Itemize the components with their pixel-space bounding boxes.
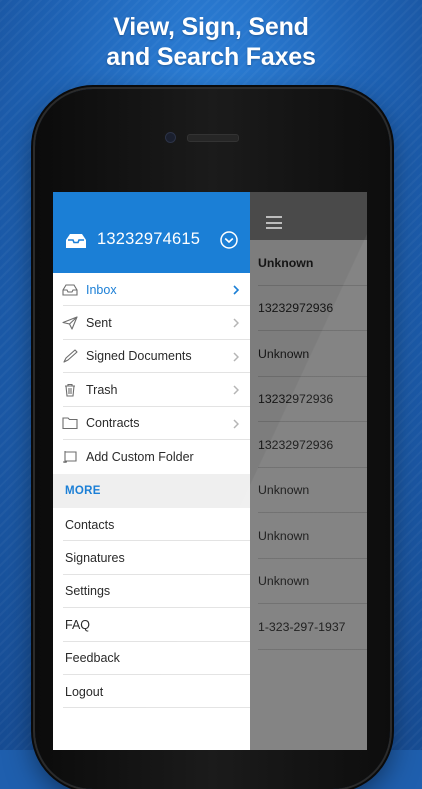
menu-item-signatures[interactable]: Signatures	[53, 541, 250, 575]
fax-list: Unknown 13232972936 Unknown 13232972936 …	[250, 240, 367, 650]
fax-list-panel[interactable]: Unknown 13232972936 Unknown 13232972936 …	[250, 192, 367, 750]
divider	[258, 648, 367, 650]
menu-item-label: Logout	[65, 684, 104, 699]
menu-item-feedback[interactable]: Feedback	[53, 642, 250, 675]
fax-sender: Unknown	[258, 574, 310, 589]
folder-label: Trash	[86, 382, 118, 397]
folder-sent[interactable]: Sent	[53, 306, 250, 340]
menu-item-label: Signatures	[65, 551, 125, 566]
nav-bar	[250, 192, 367, 240]
more-list: Contacts Signatures Settings FAQ Feedbac…	[53, 508, 250, 709]
fax-sender: 13232972936	[258, 301, 334, 316]
fax-row[interactable]: Unknown	[250, 240, 367, 286]
folder-contracts[interactable]: Contracts	[53, 407, 250, 440]
fax-sender: Unknown	[258, 346, 310, 361]
divider	[63, 707, 250, 709]
folder-label: Add Custom Folder	[86, 449, 194, 464]
folder-label: Inbox	[86, 282, 117, 297]
account-number: 13232974615	[97, 230, 201, 248]
front-camera	[165, 132, 176, 143]
menu-item-logout[interactable]: Logout	[53, 675, 250, 709]
inbox-tray-icon	[66, 234, 86, 248]
chevron-right-icon	[233, 385, 239, 395]
fax-sender: Unknown	[258, 255, 314, 270]
more-header-label: MORE	[65, 485, 101, 497]
trash-icon	[65, 383, 75, 397]
chevron-down-circle-icon[interactable]	[220, 231, 238, 249]
chevron-right-icon	[233, 352, 239, 362]
folder-list: Inbox Sent Signed Documents Trash Contra…	[53, 273, 250, 473]
add-custom-folder-button[interactable]: Add Custom Folder	[53, 440, 250, 473]
menu-item-settings[interactable]: Settings	[53, 575, 250, 609]
fax-row[interactable]: 13232972936	[250, 422, 367, 468]
side-drawer: 13232974615 Inbox Sent Signed Documents …	[53, 192, 250, 750]
fax-row[interactable]: Unknown	[250, 468, 367, 513]
menu-item-label: Feedback	[65, 651, 120, 666]
folder-signed-documents[interactable]: Signed Documents	[53, 340, 250, 374]
pen-icon	[63, 349, 78, 364]
folder-label: Sent	[86, 316, 112, 331]
menu-item-faq[interactable]: FAQ	[53, 608, 250, 642]
account-header[interactable]: 13232974615	[53, 192, 250, 273]
fax-sender: 13232972936	[258, 392, 334, 407]
chevron-right-icon	[233, 419, 239, 429]
fax-row[interactable]: Unknown	[250, 559, 367, 604]
folder-inbox[interactable]: Inbox	[53, 273, 250, 307]
more-section-header: MORE	[53, 474, 250, 508]
headline-line-2: and Search Faxes	[106, 43, 316, 71]
folder-icon	[62, 417, 78, 430]
menu-item-contacts[interactable]: Contacts	[53, 508, 250, 542]
fax-row[interactable]: 13232972936	[250, 377, 367, 422]
chevron-right-icon	[233, 318, 239, 328]
headline-line-1: View, Sign, Send	[113, 13, 309, 41]
inbox-icon	[62, 284, 78, 296]
fax-row[interactable]: Unknown	[250, 513, 367, 559]
fax-sender: Unknown	[258, 483, 310, 498]
fax-sender: 1-323-297-1937	[258, 619, 346, 634]
headline: View, Sign, Send and Search Faxes	[0, 12, 422, 72]
folder-trash[interactable]: Trash	[53, 373, 250, 407]
menu-item-label: FAQ	[65, 617, 91, 632]
folder-label: Signed Documents	[86, 349, 192, 364]
folder-label: Contracts	[86, 416, 140, 431]
fax-row[interactable]: 1-323-297-1937	[250, 604, 367, 650]
earpiece-speaker	[187, 134, 239, 142]
hamburger-menu-icon[interactable]	[266, 216, 282, 229]
fax-row[interactable]: 13232972936	[250, 286, 367, 331]
fax-sender: 13232972936	[258, 437, 334, 452]
paper-plane-icon	[62, 316, 78, 330]
menu-item-label: Contacts	[65, 517, 115, 532]
app-screen: 13232974615 Inbox Sent Signed Documents …	[53, 192, 367, 750]
chevron-right-icon	[233, 285, 239, 295]
menu-item-label: Settings	[65, 584, 111, 599]
add-folder-icon	[63, 450, 77, 463]
fax-sender: Unknown	[258, 528, 310, 543]
fax-row[interactable]: Unknown	[250, 331, 367, 377]
